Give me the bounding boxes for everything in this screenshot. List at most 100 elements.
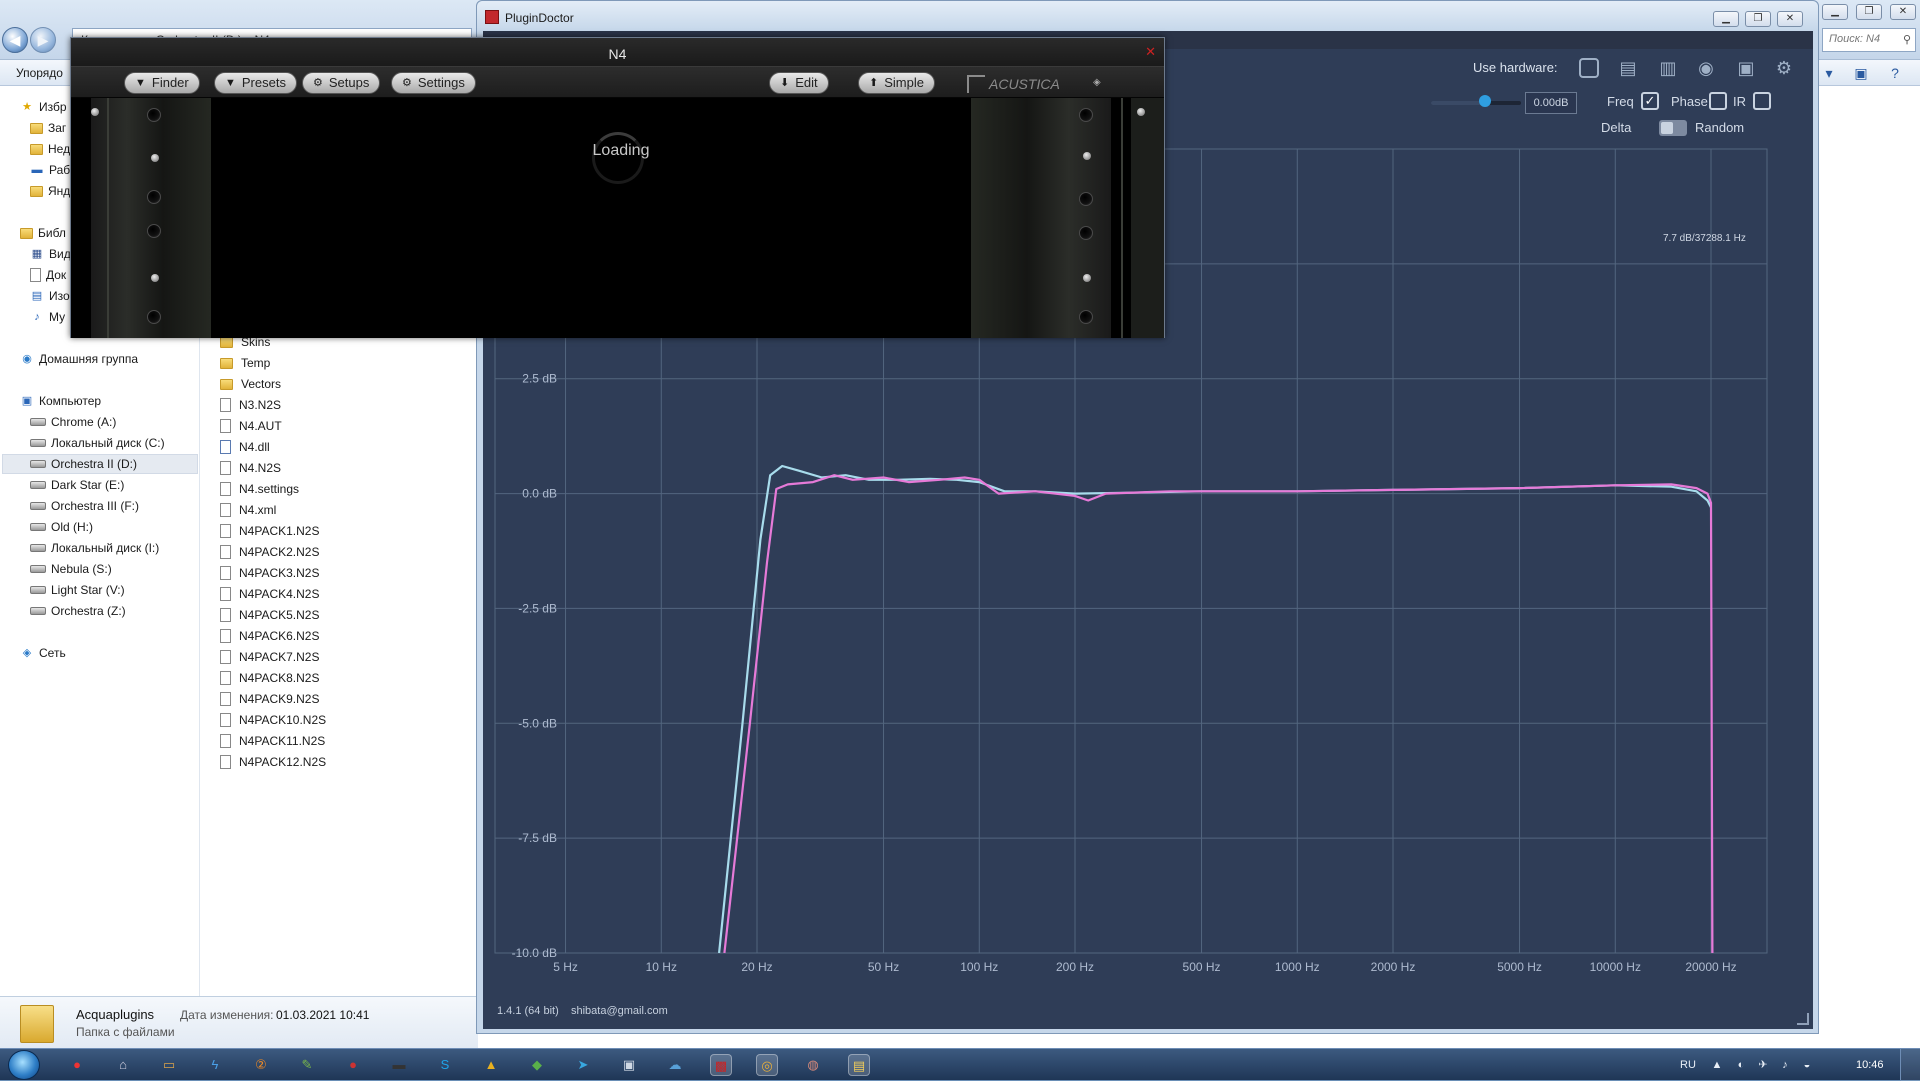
file-icon bbox=[220, 524, 231, 538]
file-list-item[interactable]: N4.N2S bbox=[220, 458, 281, 478]
drive-item[interactable]: Dark Star (E:) bbox=[30, 475, 124, 495]
file-list-item[interactable]: N4PACK4.N2S bbox=[220, 584, 319, 604]
explorer-maximize-button[interactable]: ❐ bbox=[1856, 4, 1882, 20]
plugindoctor-minimize-button[interactable]: ▁ bbox=[1713, 11, 1739, 27]
drive-item[interactable]: Orchestra (Z:) bbox=[30, 601, 126, 621]
favorites-header[interactable]: ★ Избр bbox=[20, 97, 66, 117]
opera-icon[interactable]: ● bbox=[66, 1054, 88, 1076]
x-tick-label: 1000 Hz bbox=[1275, 960, 1320, 974]
skype-icon[interactable]: S bbox=[434, 1054, 456, 1076]
file-icon bbox=[220, 734, 231, 748]
favorite-recent[interactable]: Нед bbox=[30, 139, 70, 159]
start-button[interactable] bbox=[8, 1050, 40, 1080]
x-tick-label: 10000 Hz bbox=[1590, 960, 1641, 974]
file-list-item[interactable]: N4PACK12.N2S bbox=[220, 752, 326, 772]
search-input[interactable]: Поиск: N4 ⚲ bbox=[1822, 28, 1916, 52]
presets-button[interactable]: ▼ Presets bbox=[214, 72, 297, 94]
drive-item[interactable]: Light Star (V:) bbox=[30, 580, 125, 600]
network-tray-icon[interactable]: ◒ bbox=[1800, 1058, 1814, 1072]
simple-button[interactable]: ⬆ Simple bbox=[858, 72, 935, 94]
drive-item[interactable]: Chrome (A:) bbox=[30, 412, 116, 432]
explorer-icon[interactable]: ▤ bbox=[848, 1054, 870, 1076]
favorite-desktop[interactable]: ▬ Раб bbox=[30, 160, 71, 180]
photo-icon[interactable]: ◍ bbox=[802, 1054, 824, 1076]
record-icon[interactable]: ● bbox=[342, 1054, 364, 1076]
show-desktop-button[interactable] bbox=[1900, 1049, 1920, 1081]
file-list-item[interactable]: N4PACK2.N2S bbox=[220, 542, 319, 562]
file-list-item[interactable]: N4.xml bbox=[220, 500, 276, 520]
library-documents[interactable]: Док bbox=[30, 265, 66, 285]
library-pictures[interactable]: ▤ Изо bbox=[30, 286, 70, 306]
warning-icon[interactable]: ▲ bbox=[480, 1054, 502, 1076]
file-list-item[interactable]: N4PACK1.N2S bbox=[220, 521, 319, 541]
finder-button[interactable]: ▼ Finder bbox=[124, 72, 200, 94]
n4-close-icon[interactable]: ✕ bbox=[1145, 44, 1156, 60]
drive-item[interactable]: Nebula (S:) bbox=[30, 559, 112, 579]
favorite-yandex[interactable]: Янд bbox=[30, 181, 70, 201]
file-list-item[interactable]: N4PACK8.N2S bbox=[220, 668, 319, 688]
help-icon[interactable]: ? bbox=[1886, 64, 1904, 82]
plugindoctor-maximize-button[interactable]: ❐ bbox=[1745, 11, 1771, 27]
tray-app-icon[interactable]: ◐ bbox=[1734, 1058, 1748, 1072]
search-placeholder: Поиск: N4 bbox=[1829, 33, 1881, 45]
tray-antivirus-icon[interactable]: ✈ bbox=[1756, 1058, 1770, 1072]
computer-item[interactable]: ▣ Компьютер bbox=[20, 391, 101, 411]
setups-button[interactable]: ⚙ Setups bbox=[302, 72, 381, 94]
libraries-header[interactable]: Библ bbox=[20, 223, 66, 243]
file-list-item[interactable]: N4.AUT bbox=[220, 416, 282, 436]
file-list-item[interactable]: N4PACK5.N2S bbox=[220, 605, 319, 625]
favorite-downloads[interactable]: Заг bbox=[30, 118, 66, 138]
cloud-icon[interactable]: ☁ bbox=[664, 1054, 686, 1076]
tray-expand-icon[interactable]: ▲ bbox=[1710, 1058, 1724, 1072]
file-list-item[interactable]: N4.dll bbox=[220, 437, 270, 457]
telegram-icon[interactable]: ➤ bbox=[572, 1054, 594, 1076]
file-list-item[interactable]: N4PACK9.N2S bbox=[220, 689, 319, 709]
download-icon[interactable]: ② bbox=[250, 1054, 272, 1076]
y-tick-label: 2.5 dB bbox=[522, 372, 557, 386]
settings-button[interactable]: ⚙ Settings bbox=[391, 72, 476, 94]
pin-icon[interactable]: ◈ bbox=[1093, 77, 1101, 88]
lightning-icon[interactable]: ϟ bbox=[204, 1054, 226, 1076]
file-list-item[interactable]: Temp bbox=[220, 353, 270, 373]
file-list-item[interactable]: N4.settings bbox=[220, 479, 299, 499]
plugindoctor-icon[interactable]: ▩ bbox=[710, 1054, 732, 1076]
file-list-item[interactable]: N4PACK10.N2S bbox=[220, 710, 326, 730]
organize-menu[interactable]: Упорядо bbox=[16, 66, 63, 80]
file-list-item[interactable]: N4PACK11.N2S bbox=[220, 731, 325, 751]
network-icon[interactable]: ⌂ bbox=[112, 1054, 134, 1076]
drive-item[interactable]: Orchestra III (F:) bbox=[30, 496, 139, 516]
preview-pane-icon[interactable]: ▣ bbox=[1852, 64, 1870, 82]
library-music[interactable]: ♪ Му bbox=[30, 307, 65, 327]
window-icon[interactable]: ▣ bbox=[618, 1054, 640, 1076]
file-list-item[interactable]: N4PACK7.N2S bbox=[220, 647, 319, 667]
drive-item-selected[interactable]: Orchestra II (D:) bbox=[2, 454, 198, 474]
terminal-icon[interactable]: ▬ bbox=[388, 1054, 410, 1076]
file-list-item[interactable]: Vectors bbox=[220, 374, 281, 394]
file-list-item[interactable]: N4PACK3.N2S bbox=[220, 563, 319, 583]
pen-icon[interactable]: ✎ bbox=[296, 1054, 318, 1076]
resize-grip-icon[interactable] bbox=[1797, 1013, 1809, 1025]
cursor-readout: 7.7 dB/37288.1 Hz bbox=[1663, 233, 1746, 244]
shield-icon[interactable]: ◆ bbox=[526, 1054, 548, 1076]
drive-item[interactable]: Локальный диск (I:) bbox=[30, 538, 159, 558]
clock[interactable]: 10:46 bbox=[1856, 1059, 1884, 1071]
network-item[interactable]: ◈ Сеть bbox=[20, 643, 66, 663]
library-video[interactable]: ▦ Вид bbox=[30, 244, 71, 264]
file-list-item[interactable]: N4PACK6.N2S bbox=[220, 626, 319, 646]
chrome-icon[interactable]: ◎ bbox=[756, 1054, 778, 1076]
plugindoctor-close-button[interactable]: ✕ bbox=[1777, 11, 1803, 27]
drive-item[interactable]: Old (H:) bbox=[30, 517, 93, 537]
view-options-icon[interactable]: ▾ bbox=[1820, 64, 1838, 82]
folder-icon[interactable]: ▭ bbox=[158, 1054, 180, 1076]
file-list-item[interactable]: N3.N2S bbox=[220, 395, 281, 415]
language-indicator[interactable]: RU bbox=[1680, 1059, 1696, 1071]
drive-item[interactable]: Локальный диск (C:) bbox=[30, 433, 165, 453]
forward-button[interactable]: ▶ bbox=[30, 27, 56, 53]
edit-button[interactable]: ⬇ Edit bbox=[769, 72, 829, 94]
homegroup-item[interactable]: ◉ Домашняя группа bbox=[20, 349, 138, 369]
explorer-minimize-button[interactable]: ▁ bbox=[1822, 4, 1848, 20]
back-button[interactable]: ◀ bbox=[2, 27, 28, 53]
file-name: N4PACK7.N2S bbox=[239, 650, 320, 664]
volume-icon[interactable]: ♪ bbox=[1778, 1058, 1792, 1072]
explorer-close-button[interactable]: ✕ bbox=[1890, 4, 1916, 20]
